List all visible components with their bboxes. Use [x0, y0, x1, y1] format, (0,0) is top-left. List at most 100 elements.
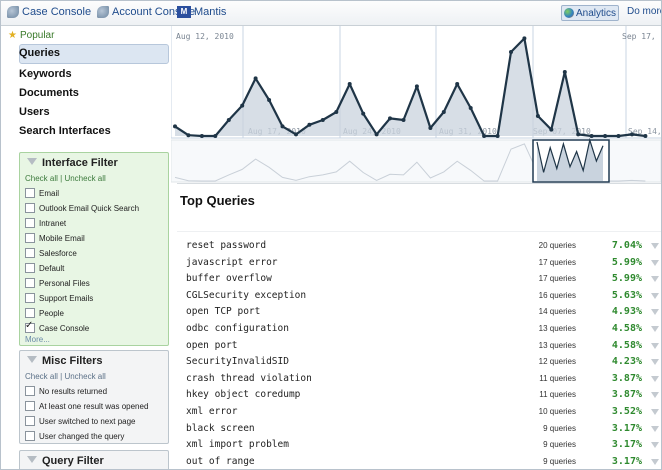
checkbox[interactable]	[25, 386, 35, 396]
query-row[interactable]: CGLSecurity exception 16 queries 5.63%	[177, 288, 661, 304]
checkbox[interactable]	[25, 248, 35, 258]
case-console-link[interactable]: Case Console	[7, 6, 91, 18]
nav-item-search-interfaces[interactable]: Search Interfaces	[19, 125, 111, 137]
checkbox[interactable]	[25, 308, 35, 318]
nav-item-keywords[interactable]: Keywords	[19, 68, 72, 80]
filter-icon[interactable]	[651, 458, 659, 465]
misc-filters-header[interactable]: Misc Filters	[20, 351, 168, 369]
query-row[interactable]: crash thread violation 11 queries 3.87%	[177, 371, 661, 387]
checkbox[interactable]	[25, 278, 35, 288]
checkbox[interactable]	[25, 233, 35, 243]
filter-icon[interactable]	[651, 359, 659, 366]
query-row[interactable]: javascript error 17 queries 5.99%	[177, 255, 661, 271]
filter-icon[interactable]	[651, 276, 659, 283]
uncheck-all-link[interactable]: Uncheck all	[64, 372, 105, 381]
query-text[interactable]: javascript error	[186, 257, 278, 268]
filter-icon[interactable]	[651, 342, 659, 349]
checkbox-checked[interactable]	[25, 320, 35, 333]
check-all-controls: Check all | Uncheck all	[25, 372, 106, 381]
query-text[interactable]: CGLSecurity exception	[186, 290, 306, 301]
data-point	[361, 111, 366, 116]
query-row[interactable]: open port 13 queries 4.58%	[177, 338, 661, 354]
query-text[interactable]: open port	[186, 340, 237, 351]
filter-icon[interactable]	[651, 392, 659, 399]
filter-icon[interactable]	[651, 259, 659, 266]
filter-icon[interactable]	[651, 292, 659, 299]
filter-icon[interactable]	[651, 375, 659, 382]
data-point	[616, 134, 621, 138]
filter-icon[interactable]	[651, 326, 659, 332]
query-row[interactable]: xml error 10 queries 3.52%	[177, 404, 661, 420]
filter-icon[interactable]	[651, 409, 659, 415]
checkbox[interactable]	[25, 401, 35, 411]
nav-item-documents[interactable]: Documents	[19, 87, 79, 99]
data-point	[468, 106, 473, 110]
do-more-link[interactable]: Do more	[627, 6, 661, 17]
interface-filter-header[interactable]: Interface Filter	[20, 153, 168, 171]
checkbox[interactable]	[25, 293, 35, 303]
filter-icon[interactable]	[651, 442, 659, 449]
filter-option-next-page[interactable]: User switched to next page	[25, 416, 136, 426]
filter-icon[interactable]	[651, 425, 659, 432]
mantis-link[interactable]: M Mantis	[177, 6, 226, 18]
checkbox[interactable]	[25, 416, 35, 426]
query-row[interactable]: open TCP port 14 queries 4.93%	[177, 304, 661, 320]
query-text[interactable]: black screen	[186, 423, 255, 434]
query-row[interactable]: reset password 20 queries 7.04%	[177, 238, 661, 254]
query-percentage: 5.63%	[611, 289, 642, 301]
nav-item-users[interactable]: Users	[19, 106, 50, 118]
query-text[interactable]: hkey object coredump	[186, 389, 300, 400]
query-text[interactable]: crash thread violation	[186, 373, 312, 384]
filter-option-personal-files[interactable]: Personal Files	[25, 278, 90, 288]
filter-option-salesforce[interactable]: Salesforce	[25, 248, 77, 258]
query-filter-header[interactable]: Query Filter	[20, 451, 168, 469]
popular-link[interactable]: ★ Popular	[8, 30, 54, 41]
query-count: 16 queries	[538, 290, 576, 300]
query-row[interactable]: out of range 9 queries 3.17%	[177, 454, 661, 469]
filter-option-people[interactable]: People	[25, 308, 64, 318]
check-all-link[interactable]: Check all	[25, 174, 58, 183]
query-row[interactable]: SecurityInvalidSID 12 queries 4.23%	[177, 354, 661, 370]
query-percentage: 4.23%	[611, 356, 642, 368]
nav-item-queries[interactable]: Queries	[19, 47, 60, 59]
section-divider	[177, 231, 661, 232]
checkbox[interactable]	[25, 263, 35, 273]
query-text[interactable]: SecurityInvalidSID	[186, 356, 289, 367]
query-text[interactable]: out of range	[186, 456, 255, 467]
filter-option-email[interactable]: Email	[25, 188, 59, 198]
filter-option-changed-query[interactable]: User changed the query	[25, 431, 124, 441]
filter-icon[interactable]	[651, 309, 659, 316]
query-text[interactable]: buffer overflow	[186, 273, 272, 284]
query-row[interactable]: odbc configuration 13 queries 4.58%	[177, 321, 661, 337]
check-all-link[interactable]: Check all	[25, 372, 58, 381]
filter-option-case-console[interactable]: Case Console	[25, 320, 89, 333]
query-text[interactable]: reset password	[186, 240, 266, 251]
checkbox[interactable]	[25, 188, 35, 198]
filter-option-mobile-email[interactable]: Mobile Email	[25, 233, 85, 243]
query-row[interactable]: hkey object coredump 11 queries 3.87%	[177, 387, 661, 403]
query-row[interactable]: black screen 9 queries 3.17%	[177, 421, 661, 437]
filter-option-outlook[interactable]: Outlook Email Quick Search	[25, 203, 139, 213]
filter-option-support-emails[interactable]: Support Emails	[25, 293, 93, 303]
checkbox[interactable]	[25, 431, 35, 441]
filter-option-intranet[interactable]: Intranet	[25, 218, 66, 228]
query-text[interactable]: xml error	[186, 406, 237, 417]
data-point	[576, 132, 581, 137]
checkbox[interactable]	[25, 218, 35, 228]
query-text[interactable]: open TCP port	[186, 306, 260, 317]
query-count: 17 queries	[538, 274, 576, 284]
more-link[interactable]: More...	[25, 335, 50, 344]
checkbox[interactable]	[25, 203, 35, 213]
filter-option-result-opened[interactable]: At least one result was opened	[25, 401, 148, 411]
query-row[interactable]: buffer overflow 17 queries 5.99%	[177, 271, 661, 287]
filter-icon[interactable]	[651, 243, 659, 249]
query-text[interactable]: odbc configuration	[186, 323, 289, 334]
query-row[interactable]: xml import problem 9 queries 3.17%	[177, 437, 661, 453]
query-percentage: 5.99%	[611, 273, 642, 285]
analytics-button[interactable]: Analytics	[561, 5, 619, 21]
query-text[interactable]: xml import problem	[186, 439, 289, 450]
filter-option-default[interactable]: Default	[25, 263, 64, 273]
data-point	[401, 118, 406, 122]
uncheck-all-link[interactable]: Uncheck all	[64, 174, 105, 183]
filter-option-no-results[interactable]: No results returned	[25, 386, 107, 396]
